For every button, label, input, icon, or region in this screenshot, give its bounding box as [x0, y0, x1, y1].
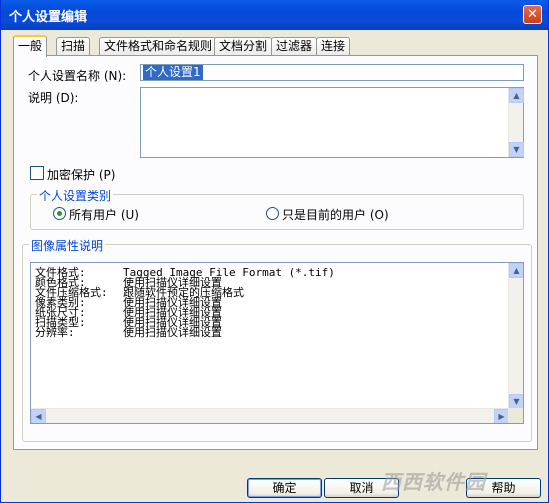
arrow-left-icon[interactable]: ◀ [31, 409, 46, 423]
profile-category-title: 个人设置类别 [37, 187, 114, 204]
close-button[interactable]: ✕ [523, 5, 542, 24]
settings-dialog: 个人设置编辑 ✕ 一般 扫描 文件格式和命名规则 文档分割 过滤器 连接 个人设… [0, 0, 549, 503]
encrypt-checkbox[interactable] [30, 166, 44, 180]
title-bar[interactable]: 个人设置编辑 ✕ [1, 0, 548, 30]
tab-general[interactable]: 一般 [13, 35, 48, 57]
tab-scan[interactable]: 扫描 [56, 37, 91, 55]
profile-name-label: 个人设置名称 (N): [28, 69, 127, 83]
tab-doc-split[interactable]: 文档分割 [214, 37, 273, 55]
arrow-right-icon[interactable]: ▶ [494, 409, 509, 423]
image-props-title: 图像属性说明 [29, 237, 106, 254]
scrollbar-corner [508, 408, 523, 423]
description-textarea[interactable]: ▲ ▼ [140, 87, 524, 158]
ok-button[interactable]: 确定 [247, 478, 322, 498]
current-user-label: 只是目前的用户 (O) [282, 208, 389, 222]
description-scrollbar[interactable]: ▲ ▼ [508, 88, 524, 157]
current-user-radio[interactable] [266, 207, 279, 220]
props-vertical-scrollbar[interactable]: ▲ ▼ [508, 263, 523, 409]
encrypt-label: 加密保护 (P) [47, 168, 116, 182]
arrow-down-icon[interactable]: ▼ [509, 142, 524, 157]
all-users-radio[interactable] [53, 207, 66, 220]
arrow-up-icon[interactable]: ▲ [509, 88, 524, 103]
all-users-label: 所有用户 (U) [69, 208, 139, 222]
profile-name-value: 个人设置1 [143, 65, 203, 80]
image-props-list[interactable]: 文件格式: Tagged Image File Format (*.tif) 颜色… [30, 262, 524, 424]
tab-filter[interactable]: 过滤器 [271, 37, 318, 55]
profile-category-group: 个人设置类别 所有用户 (U) 只是目前的用户 (O) [30, 187, 524, 230]
watermark-logo: 西西软件园 [381, 470, 486, 494]
window-title: 个人设置编辑 [9, 10, 88, 25]
arrow-up-icon[interactable]: ▲ [509, 263, 523, 278]
profile-name-input[interactable]: 个人设置1 [140, 64, 524, 81]
tab-panel-general: 个人设置名称 (N): 个人设置1 说明 (D): ▲ ▼ 加密保护 (P) 个… [13, 55, 538, 450]
tab-connect[interactable]: 连接 [316, 37, 351, 55]
arrow-down-icon[interactable]: ▼ [509, 394, 523, 409]
close-icon: ✕ [527, 7, 538, 22]
description-label: 说明 (D): [28, 91, 79, 105]
props-horizontal-scrollbar[interactable]: ◀ ▶ [31, 408, 509, 423]
props-row: 分辨率: 使用扫描仪详细设置 [35, 326, 222, 339]
tab-file-format[interactable]: 文件格式和命名规则 [99, 37, 218, 55]
